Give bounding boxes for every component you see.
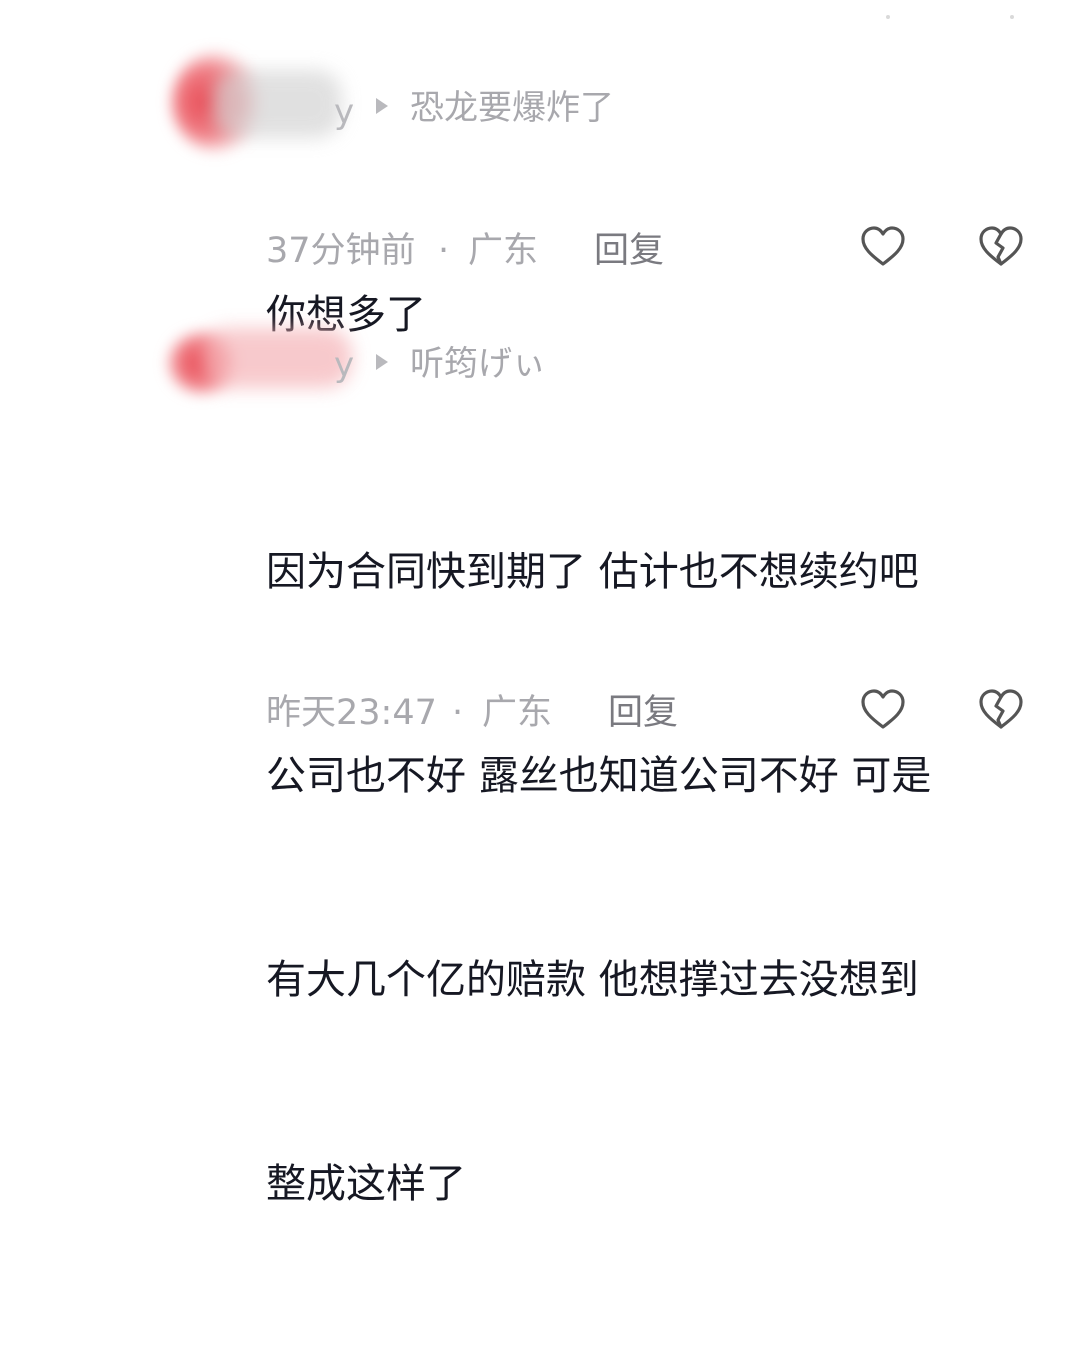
broken-heart-icon [979,226,1023,266]
author-name-tail: y [334,92,355,132]
reply-target-name[interactable]: 听筠げぃ [410,344,546,384]
reply-arrow-icon [376,354,388,370]
comment-text-line: 整成这样了 [266,1161,466,1207]
reply-arrow-icon [376,98,388,114]
heart-outline-icon [861,689,905,729]
reply-target-name[interactable]: 恐龙要爆炸了 [410,88,614,128]
broken-heart-icon [979,689,1023,729]
meta-separator: · [438,231,450,271]
comment-text-line: 因为合同快到期了 估计也不想续约吧 [266,549,919,595]
author-name-tail: y [334,345,355,385]
comment-location: 广东 [468,231,539,271]
reply-button[interactable]: 回复 [594,231,664,271]
comment-time: 昨天23:47 [266,693,437,733]
comment-item: y 听筠げぃ 因为合同快到期了 估计也不想续约吧 公司也不好 露丝也知道公司不好… [0,290,1084,1207]
comment-time: 37分钟前 [266,231,416,271]
comment-text-line: 公司也不好 露丝也知道公司不好 可是 [266,753,932,799]
heart-outline-icon [861,226,905,266]
dislike-button[interactable] [976,685,1026,735]
comment-item: y 恐龙要爆炸了 你想多了 37分钟前 · 广东 回复 [0,0,1084,338]
reply-button[interactable]: 回复 [608,693,678,733]
like-button[interactable] [858,222,908,272]
author-name-blurred[interactable] [202,328,352,388]
comment-text: 因为合同快到期了 估计也不想续约吧 公司也不好 露丝也知道公司不好 可是 有大几… [266,402,931,1354]
dislike-button[interactable] [976,222,1026,272]
comment-text-line: 有大几个亿的赔款 他想撑过去没想到 [266,957,919,1003]
meta-separator: · [452,693,464,733]
author-name-blurred[interactable] [212,70,342,138]
comment-location: 广东 [482,693,553,733]
like-button[interactable] [858,685,908,735]
